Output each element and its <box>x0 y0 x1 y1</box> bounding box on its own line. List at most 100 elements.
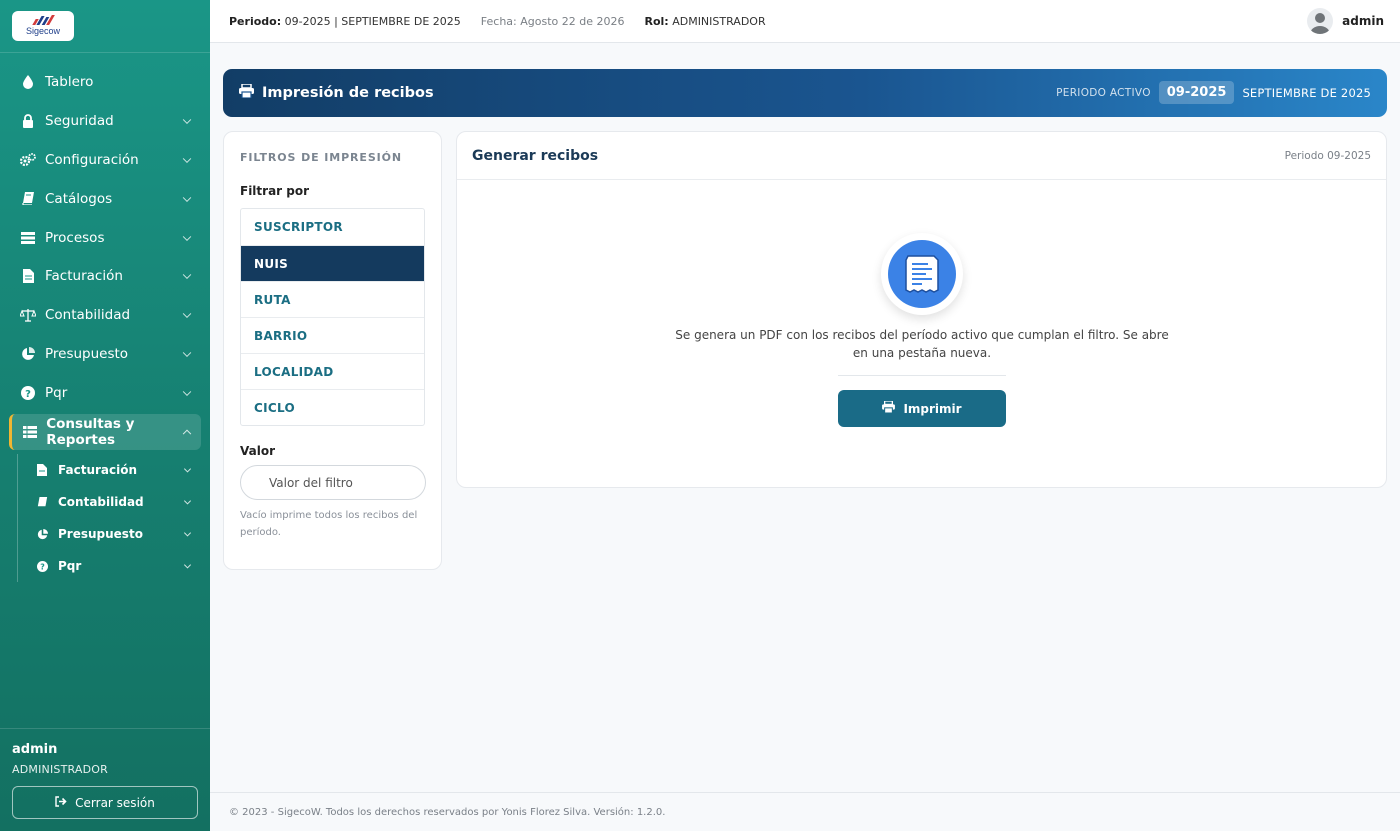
subitem-label: Contabilidad <box>58 495 144 510</box>
card-title: Generar recibos <box>472 147 599 164</box>
sidebar-item-facturacion[interactable]: Facturación <box>0 257 210 296</box>
file-icon <box>36 464 48 477</box>
droplet-icon <box>20 74 36 90</box>
sidebar: Sigecow Tablero Seguridad Configuración <box>0 0 210 831</box>
sidebar-item-contabilidad[interactable]: Contabilidad <box>0 296 210 335</box>
sidebar-item-catalogos[interactable]: Catálogos <box>0 179 210 218</box>
logout-button[interactable]: Cerrar sesión <box>12 786 198 819</box>
lock-icon <box>20 113 36 129</box>
sidebar-item-label: Catálogos <box>45 190 113 207</box>
chevron-down-icon <box>182 387 192 396</box>
filter-by-label: Filtrar por <box>240 184 310 198</box>
list-icon <box>20 230 36 246</box>
rol-value: ADMINISTRADOR <box>672 14 766 28</box>
scale-icon <box>20 307 36 323</box>
pie-chart-icon <box>20 346 36 362</box>
subitem-label: Facturación <box>58 463 138 478</box>
filter-option-barrio[interactable]: BARRIO <box>241 317 424 353</box>
printer-icon <box>239 83 254 102</box>
topbar-rol: Rol: ADMINISTRADOR <box>645 15 766 28</box>
chevron-down-icon <box>182 309 192 319</box>
filter-option-ruta[interactable]: RUTA <box>241 281 424 317</box>
receipt-icon <box>888 240 956 308</box>
subitem-pqr[interactable]: ? Pqr <box>18 550 210 582</box>
sidebar-nav: Tablero Seguridad Configuración Catálogo… <box>0 53 210 583</box>
sidebar-item-presupuesto[interactable]: Presupuesto <box>0 335 210 374</box>
subitem-label: Presupuesto <box>58 527 143 542</box>
sidebar-item-tablero[interactable]: Tablero <box>0 63 210 102</box>
logout-label: Cerrar sesión <box>75 795 155 810</box>
filter-option-ciclo[interactable]: CICLO <box>241 389 424 425</box>
sidebar-item-label: Consultas y Reportes <box>46 416 135 449</box>
filter-hint: Vacío imprime todos los recibos del perí… <box>240 510 418 538</box>
chevron-down-icon <box>183 561 192 569</box>
active-period: PERIODO ACTIVO 09-2025 SEPTIEMBRE DE 202… <box>1056 81 1371 104</box>
question-icon: ? <box>20 385 36 401</box>
logo-mark <box>32 15 55 25</box>
question-icon: ? <box>36 560 48 572</box>
app-logo[interactable]: Sigecow <box>12 11 74 41</box>
subitem-facturacion[interactable]: Facturación <box>18 454 210 486</box>
active-period-badge: 09-2025 <box>1158 81 1235 104</box>
sidebar-username: admin <box>12 742 58 757</box>
svg-text:?: ? <box>40 562 45 571</box>
subitem-contabilidad[interactable]: Contabilidad <box>18 486 210 518</box>
sidebar-footer: admin ADMINISTRADOR Cerrar sesión <box>0 728 210 831</box>
receipt-illustration <box>881 233 963 315</box>
topbar-fecha: Fecha: Agosto 22 de 2026 <box>480 14 625 28</box>
sign-out-icon <box>55 795 67 810</box>
chevron-down-icon <box>183 529 192 537</box>
description-text: Se genera un PDF con los recibos del per… <box>675 328 1169 360</box>
subitem-label: Pqr <box>58 559 82 574</box>
topbar-periodo: Periodo: 09-2025 | SEPTIEMBRE DE 2025 <box>229 15 461 28</box>
user-menu[interactable]: admin <box>1307 8 1384 34</box>
print-button-label: Imprimir <box>903 401 962 416</box>
sidebar-item-consultas-reportes[interactable]: Consultas y Reportes <box>9 414 201 451</box>
subitem-presupuesto[interactable]: Presupuesto <box>18 518 210 550</box>
filter-panel: FILTROS DE IMPRESIÓN Filtrar por SUSCRIP… <box>223 131 442 570</box>
rol-label: Rol: <box>644 14 669 28</box>
chevron-down-icon <box>182 115 192 125</box>
book-icon <box>20 191 36 207</box>
chevron-down-icon <box>182 193 192 202</box>
table-icon <box>23 424 38 440</box>
sidebar-item-label: Pqr <box>45 384 68 401</box>
sidebar-item-procesos[interactable]: Procesos <box>0 218 210 257</box>
logo-area: Sigecow <box>0 0 210 53</box>
page-banner: Impresión de recibos PERIODO ACTIVO 09-2… <box>223 69 1387 117</box>
avatar <box>1307 8 1334 34</box>
periodo-value: 09-2025 | SEPTIEMBRE DE 2025 <box>284 14 461 28</box>
pie-chart-icon <box>36 528 48 540</box>
sidebar-item-label: Configuración <box>45 151 139 168</box>
sidebar-item-label: Contabilidad <box>45 307 131 324</box>
sidebar-item-label: Procesos <box>45 229 105 246</box>
chevron-down-icon <box>182 270 192 280</box>
sidebar-role: ADMINISTRADOR <box>12 763 108 776</box>
card-period: Periodo 09-2025 <box>1284 149 1371 162</box>
filter-option-localidad[interactable]: LOCALIDAD <box>241 353 424 389</box>
svg-text:?: ? <box>25 389 31 400</box>
book-icon <box>36 496 48 508</box>
chevron-down-icon <box>183 497 192 505</box>
chevron-down-icon <box>182 232 192 241</box>
print-button[interactable]: Imprimir <box>838 390 1006 427</box>
chevron-down-icon <box>182 154 192 164</box>
sidebar-item-label: Tablero <box>45 74 94 91</box>
sidebar-item-seguridad[interactable]: Seguridad <box>0 102 210 141</box>
topbar: Periodo: 09-2025 | SEPTIEMBRE DE 2025 Fe… <box>210 0 1400 43</box>
periodo-label: Periodo: <box>229 14 282 28</box>
user-name: admin <box>1342 14 1384 28</box>
filter-option-suscriptor[interactable]: SUSCRIPTOR <box>241 209 424 245</box>
sidebar-item-pqr[interactable]: ? Pqr <box>0 373 210 412</box>
page-footer: © 2023 - SigecoW. Todos los derechos res… <box>210 792 1400 831</box>
filter-value-input[interactable]: Valor del filtro <box>240 465 426 500</box>
filter-option-nuis[interactable]: NUIS <box>241 245 424 281</box>
printer-icon <box>882 400 896 416</box>
active-period-label: PERIODO ACTIVO <box>1056 86 1151 99</box>
generate-receipts-card: Generar recibos Periodo 09-2025 Se gener… <box>456 131 1387 488</box>
filter-panel-title: FILTROS DE IMPRESIÓN <box>240 151 403 164</box>
gears-icon <box>20 152 36 168</box>
page-title: Impresión de recibos <box>262 85 434 101</box>
logo-text: Sigecow <box>25 26 61 36</box>
sidebar-item-configuracion[interactable]: Configuración <box>0 141 210 180</box>
